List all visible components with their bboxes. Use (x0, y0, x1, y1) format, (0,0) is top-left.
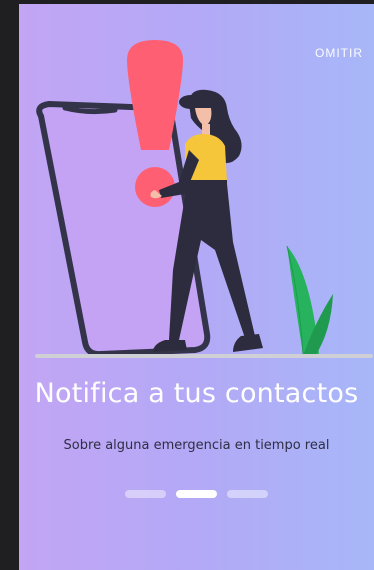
ground-line (35, 354, 373, 358)
app-frame: OMITIR Notifica a tus contactos Sobre al… (0, 0, 374, 570)
pagination-dot-3[interactable] (227, 490, 268, 498)
onboarding-title: Notifica a tus contactos (34, 378, 359, 409)
pagination-dot-2-active[interactable] (176, 490, 217, 498)
pagination-dots (19, 490, 374, 498)
skip-button[interactable]: OMITIR (315, 46, 363, 60)
pagination-dot-1[interactable] (125, 490, 166, 498)
plant-icon (286, 245, 333, 356)
onboarding-subtitle: Sobre alguna emergencia en tiempo real (63, 438, 330, 453)
onboarding-screen: OMITIR Notifica a tus contactos Sobre al… (19, 4, 374, 570)
